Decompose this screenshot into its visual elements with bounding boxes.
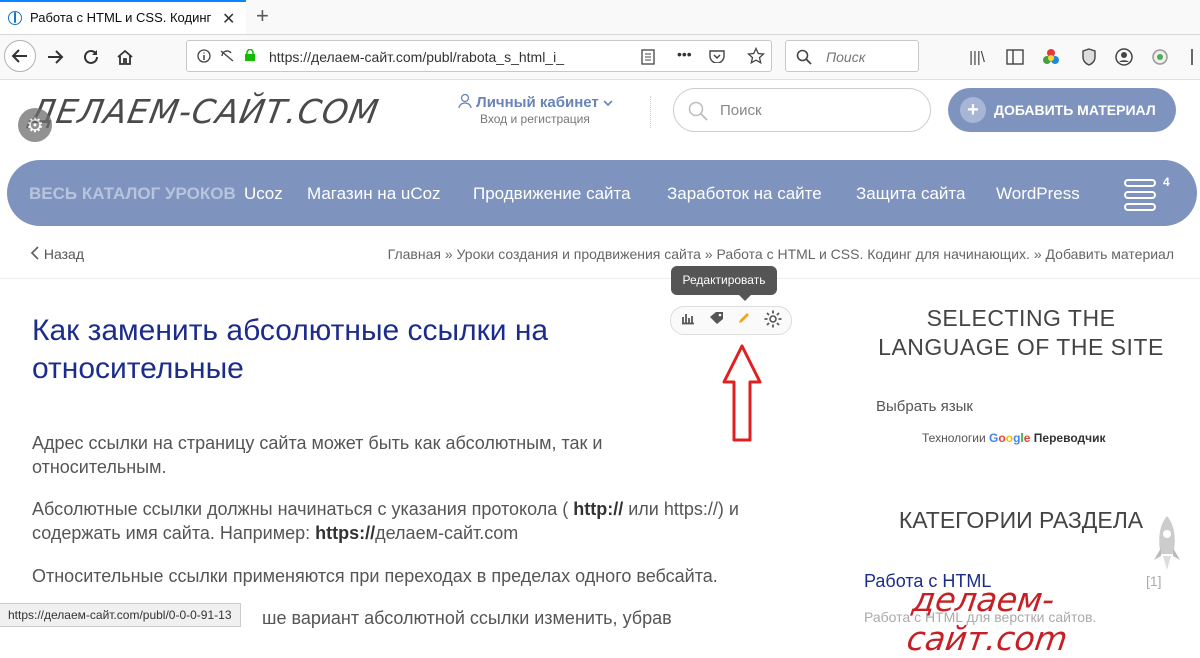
article-title: Как заменить абсолютные ссылки на относи… xyxy=(32,314,549,385)
menu-burger-icon[interactable] xyxy=(1124,179,1156,215)
watermark-logo: делаем-сайт.com xyxy=(904,580,1071,658)
back-link[interactable]: Назад xyxy=(30,246,84,262)
add-material-button[interactable]: + ДОБАВИТЬ МАТЕРИАЛ xyxy=(948,88,1176,132)
google-suffix: Переводчик xyxy=(1033,431,1106,445)
chevron-down-icon xyxy=(603,94,613,111)
red-arrow-annotation xyxy=(722,344,762,442)
site-search-input[interactable]: Поиск xyxy=(673,88,931,132)
stats-icon[interactable] xyxy=(681,311,695,328)
browser-tab-bar: Работа с HTML и CSS. Кодинг ✕ + xyxy=(0,0,1200,35)
info-icon[interactable] xyxy=(197,49,211,63)
main-menu: ВЕСЬ КАТАЛОГ УРОКОВ Ucoz Магазин на uCoz… xyxy=(7,160,1197,226)
breadcrumb-separator: » xyxy=(444,246,453,262)
browser-search-input[interactable]: Поиск xyxy=(785,40,919,72)
site-logo[interactable]: ДЕЛАЕМ-САЙТ.COM xyxy=(27,92,383,131)
breadcrumb-separator: » xyxy=(1033,246,1042,262)
settings-icon[interactable] xyxy=(763,309,783,332)
url-text: https://делаем-сайт.com/publ/rabota_s_ht… xyxy=(269,49,564,65)
menu-item-ucoz[interactable]: Ucoz xyxy=(244,184,283,204)
article-paragraph: Относительные ссылки применяются при пер… xyxy=(32,566,718,586)
add-material-label: ДОБАВИТЬ МАТЕРИАЛ xyxy=(994,102,1156,118)
extension-colorful-icon[interactable] xyxy=(1041,47,1061,67)
back-button[interactable] xyxy=(4,40,36,72)
pocket-icon[interactable] xyxy=(709,49,725,63)
sidebar-language-title: SELECTING THE LANGUAGE OF THE SITE xyxy=(878,305,1164,360)
sidebar-icon[interactable] xyxy=(1005,47,1025,67)
article-paragraph: Адрес ссылки на страницу сайта может быт… xyxy=(32,433,603,477)
lock-icon xyxy=(245,49,255,61)
extension-gray-icon[interactable] xyxy=(1150,47,1170,67)
search-icon xyxy=(796,49,812,65)
reload-icon xyxy=(84,49,98,64)
rocket-icon[interactable] xyxy=(1150,514,1184,574)
breadcrumb-add-material: Добавить материал xyxy=(1045,246,1174,262)
account-label: Личный кабинет xyxy=(476,94,599,111)
back-label: Назад xyxy=(43,246,85,262)
chevron-left-icon xyxy=(30,246,39,260)
breadcrumb-separator: » xyxy=(704,246,713,262)
language-select[interactable]: Выбрать язык xyxy=(876,398,973,415)
menu-item-catalog[interactable]: ВЕСЬ КАТАЛОГ УРОКОВ xyxy=(29,184,236,204)
divider xyxy=(650,96,651,128)
breadcrumb-html-css[interactable]: Работа с HTML и CSS. Кодинг для начинающ… xyxy=(716,246,1029,262)
forward-button[interactable] xyxy=(42,44,68,70)
plus-icon: + xyxy=(960,97,986,123)
menu-item-earnings[interactable]: Заработок на сайте xyxy=(667,184,822,204)
site-search-placeholder: Поиск xyxy=(720,102,762,119)
breadcrumb-lessons[interactable]: Уроки создания и продвижения сайта xyxy=(457,246,701,262)
menu-item-protection[interactable]: Защита сайта xyxy=(856,184,965,204)
menu-item-shop[interactable]: Магазин на uCoz xyxy=(307,184,441,204)
account-icon[interactable] xyxy=(1114,47,1134,67)
reader-view-icon[interactable] xyxy=(641,49,655,65)
account-subtitle: Вход и регистрация xyxy=(480,112,590,126)
tab-close-icon[interactable]: ✕ xyxy=(222,9,235,29)
new-tab-button[interactable]: + xyxy=(256,3,269,29)
article-paragraph: Абсолютные ссылки должны начинаться с ук… xyxy=(32,499,739,543)
pencil-icon[interactable] xyxy=(737,311,751,328)
user-icon xyxy=(458,93,476,111)
reload-button[interactable] xyxy=(78,44,104,70)
google-logo: Google xyxy=(989,431,1031,445)
more-actions-icon[interactable]: ••• xyxy=(677,46,692,62)
tab-title: Работа с HTML и CSS. Кодинг xyxy=(30,10,212,25)
menu-badge: 4 xyxy=(1163,175,1170,189)
admin-toolbox xyxy=(670,306,792,335)
home-icon xyxy=(117,49,133,65)
overflow-icon[interactable] xyxy=(1184,47,1200,67)
gear-icon[interactable]: ⚙ xyxy=(18,108,52,142)
account-link[interactable]: Личный кабинет xyxy=(458,93,613,111)
tag-icon[interactable] xyxy=(709,311,725,328)
sidebar-categories-title: КАТЕГОРИИ РАЗДЕЛА xyxy=(898,507,1144,533)
status-bar: https://делаем-сайт.com/publ/0-0-0-91-13 xyxy=(0,603,241,627)
breadcrumb-home[interactable]: Главная xyxy=(388,246,441,262)
google-prefix: Технологии xyxy=(922,431,986,445)
tracking-protection-icon[interactable] xyxy=(219,49,235,63)
browser-tab[interactable]: Работа с HTML и CSS. Кодинг ✕ xyxy=(0,0,246,34)
library-icon[interactable]: |||\ xyxy=(967,47,987,67)
menu-item-promotion[interactable]: Продвижение сайта xyxy=(473,184,631,204)
bookmark-star-icon[interactable] xyxy=(747,47,765,65)
edit-tooltip: Редактировать xyxy=(671,266,777,301)
search-icon xyxy=(688,101,708,121)
shield-icon[interactable] xyxy=(1079,47,1099,67)
breadcrumb: Главная » Уроки создания и продвижения с… xyxy=(388,246,1174,262)
article-paragraph: ше вариант абсолютной ссылки изменить, у… xyxy=(262,608,672,628)
arrow-left-icon xyxy=(11,49,27,63)
home-button[interactable] xyxy=(112,44,138,70)
divider xyxy=(0,278,1200,279)
globe-icon xyxy=(8,11,22,25)
url-bar[interactable]: https://делаем-сайт.com/publ/rabota_s_ht… xyxy=(186,40,772,72)
google-translate-credit[interactable]: Технологии Google Переводчик xyxy=(922,431,1105,445)
search-placeholder: Поиск xyxy=(826,49,866,65)
menu-item-wordpress[interactable]: WordPress xyxy=(996,184,1080,204)
arrow-right-icon xyxy=(48,50,64,64)
